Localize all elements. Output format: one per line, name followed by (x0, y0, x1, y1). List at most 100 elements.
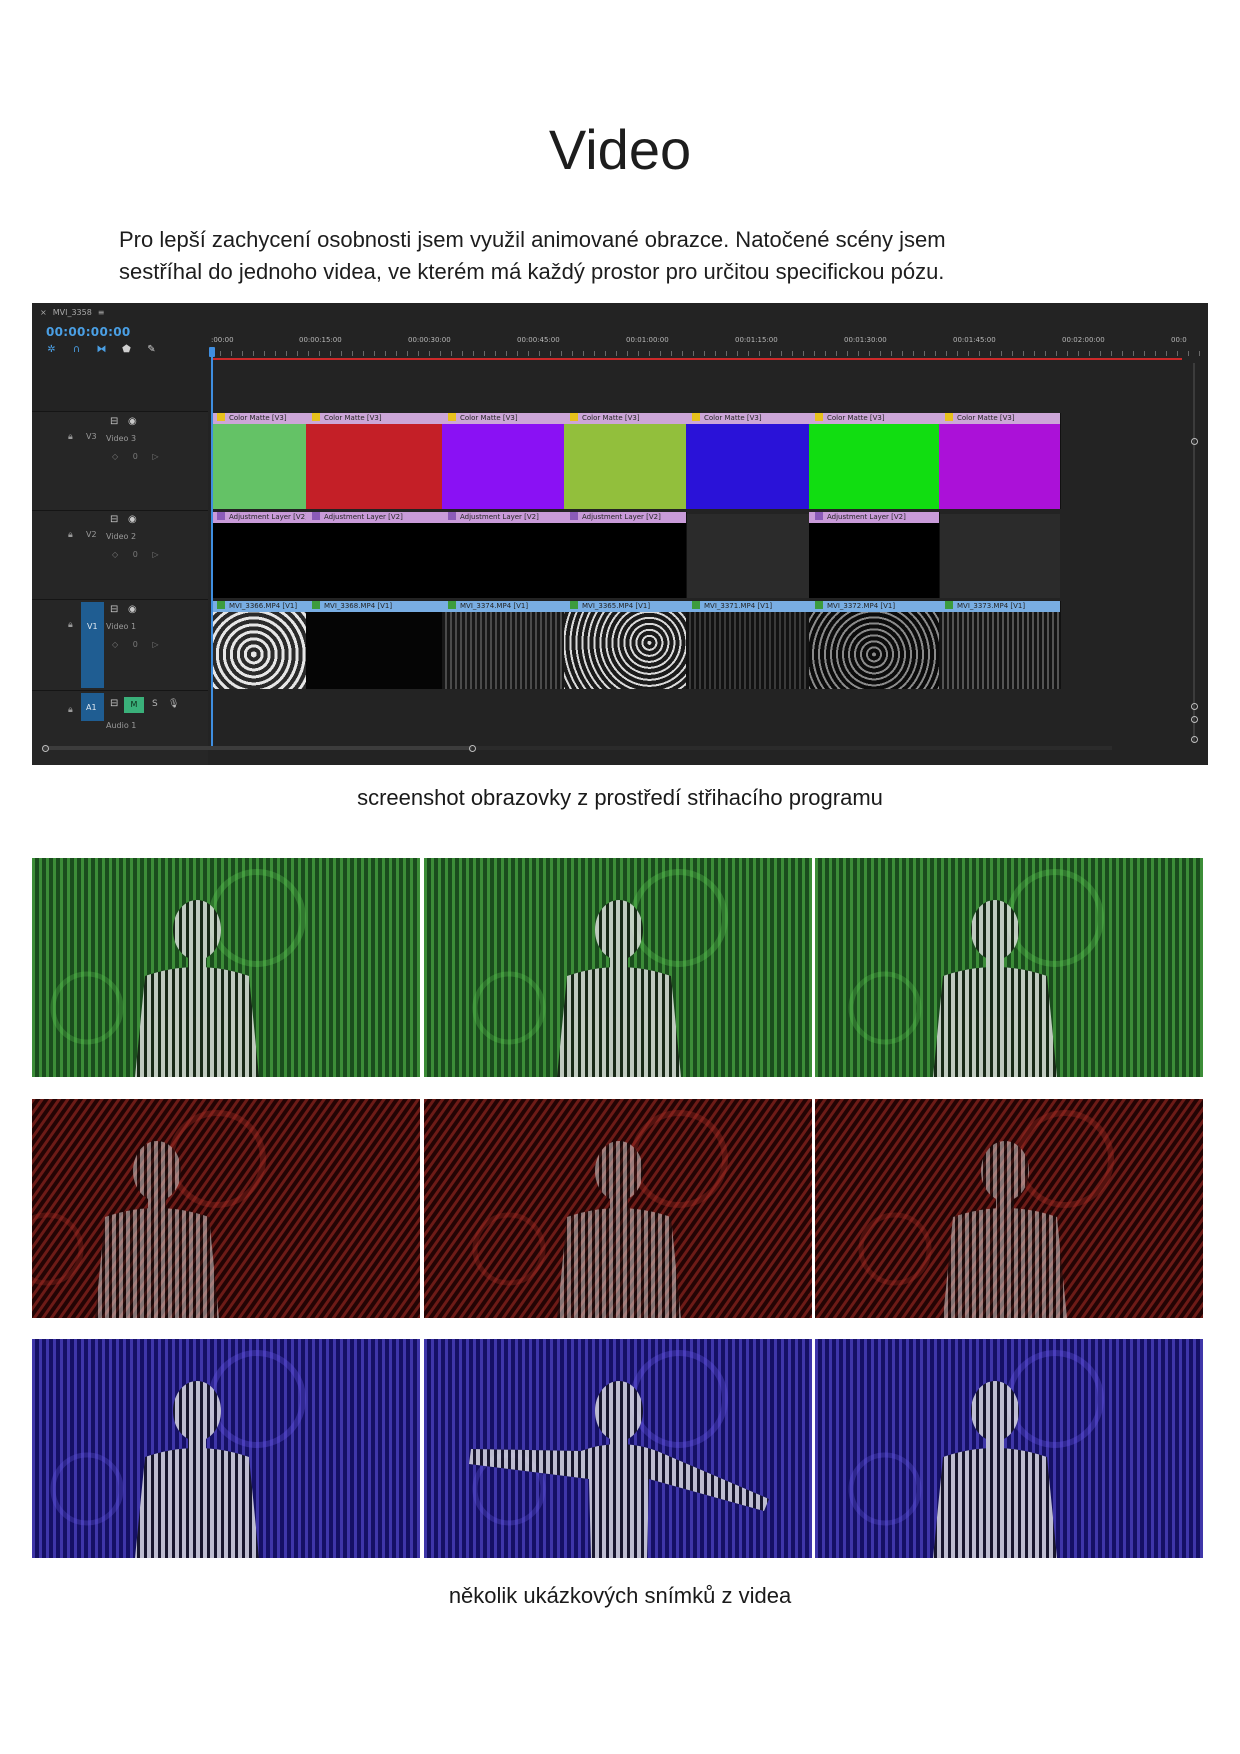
timeline-clip[interactable]: MVI_3368.MP4 [V1] (306, 601, 443, 689)
scroll-knob[interactable] (1191, 736, 1198, 743)
lock-icon[interactable]: 🔒︎ (68, 530, 73, 540)
timeline-clip[interactable]: Color Matte [V3] (686, 413, 810, 509)
eye-icon[interactable]: ◉ (128, 604, 137, 615)
fx-badge-icon (217, 413, 225, 421)
video-still-red (424, 1099, 812, 1318)
clip-name: MVI_3372.MP4 [V1] (827, 602, 896, 610)
timeline-clip[interactable]: MVI_3371.MP4 [V1] (686, 601, 810, 689)
snap-icon[interactable]: ✲ (46, 345, 57, 355)
track-gap (939, 514, 1060, 598)
eye-icon[interactable]: ◉ (128, 416, 137, 427)
scroll-knob[interactable] (1191, 716, 1198, 723)
keyframe-nav[interactable]: ◇ 0 ▷ (112, 550, 164, 559)
sync-lock-icon[interactable]: ⊟ (110, 698, 118, 709)
timeline-clip[interactable]: Color Matte [V3] (564, 413, 687, 509)
clip-name: Color Matte [V3] (324, 414, 382, 422)
video-still-green (424, 858, 812, 1077)
fx-badge-icon (448, 512, 456, 520)
timeline-clip[interactable]: Adjustment Layer [V2] (809, 512, 940, 598)
microphone-icon[interactable]: 🎙︎ (168, 699, 179, 709)
vertical-scrollbar[interactable] (1193, 363, 1195, 743)
work-area-bar[interactable] (212, 358, 1182, 360)
scroll-knob[interactable] (469, 745, 476, 752)
sync-lock-icon[interactable]: ⊟ (110, 604, 118, 615)
timeline-clip[interactable]: Color Matte [V3] (809, 413, 940, 509)
still-image (424, 1099, 812, 1318)
timeline-clip[interactable]: MVI_3374.MP4 [V1] (442, 601, 565, 689)
track-id: A1 (86, 703, 97, 712)
clip-name: MVI_3368.MP4 [V1] (324, 602, 393, 610)
timeline-clip[interactable]: Color Matte [V3] (939, 413, 1061, 509)
timeline-clip[interactable]: Adjustment Layer [V2] (306, 512, 443, 598)
magnet-icon[interactable]: ∩ (71, 345, 82, 355)
wrench-icon[interactable]: ✎ (146, 345, 157, 355)
still-image (32, 1339, 420, 1558)
eye-icon[interactable]: ◉ (128, 514, 137, 525)
clip-thumbnail (442, 612, 564, 689)
clip-name: Adjustment Layer [V2] (827, 513, 906, 521)
lock-icon[interactable]: 🔒︎ (68, 705, 73, 715)
track-target-a1[interactable]: A1 (81, 693, 104, 721)
mute-toggle[interactable]: M (124, 697, 144, 713)
clip-name: MVI_3374.MP4 [V1] (460, 602, 529, 610)
track-header-a1: 🔒︎ A1 ⊟ M S 🎙︎ Audio 1 (32, 690, 208, 765)
linked-selection-icon[interactable]: ⧓ (96, 345, 107, 355)
track-id: V2 (86, 530, 97, 539)
clip-label: MVI_3365.MP4 [V1] (564, 601, 686, 612)
timeline-clip[interactable]: Color Matte [V3] (306, 413, 443, 509)
scroll-knob[interactable] (42, 745, 49, 752)
still-image (424, 858, 812, 1077)
clip-thumbnail (564, 523, 686, 598)
ruler-tick: 00:00:30:00 (408, 336, 451, 344)
timecode-display[interactable]: 00:00:00:00 (46, 325, 131, 339)
scroll-knob[interactable] (1191, 703, 1198, 710)
time-ruler[interactable]: :00:00 00:00:15:00 00:00:30:00 00:00:45:… (209, 331, 1208, 359)
timeline-clip[interactable]: Adjustment Layer [V2] (442, 512, 565, 598)
timeline-clip[interactable]: MVI_3373.MP4 [V1] (939, 601, 1061, 689)
timeline-clip[interactable]: MVI_3366.MP4 [V1] (211, 601, 307, 689)
still-image (32, 1099, 420, 1318)
clip-label: Color Matte [V3] (686, 413, 809, 424)
timeline-clip[interactable]: MVI_3365.MP4 [V1] (564, 601, 687, 689)
clip-thumbnail (686, 424, 809, 509)
track-header-v2: 🔒︎ V2 ⊟ ◉ Video 2 ◇ 0 ▷ (32, 510, 208, 599)
keyframe-nav[interactable]: ◇ 0 ▷ (112, 452, 164, 461)
timeline-clip[interactable]: Color Matte [V3] (211, 413, 307, 509)
fx-badge-icon (945, 413, 953, 421)
timeline-clip[interactable]: MVI_3372.MP4 [V1] (809, 601, 940, 689)
video-still-green (815, 858, 1203, 1077)
clip-label: Color Matte [V3] (564, 413, 686, 424)
sync-lock-icon[interactable]: ⊟ (110, 514, 118, 525)
menu-icon[interactable]: ≡ (98, 308, 105, 317)
ruler-tick: 00:0 (1171, 336, 1187, 344)
clip-label: Adjustment Layer [V2] (564, 512, 686, 523)
intro-line-1: Pro lepší zachycení osobnosti jsem využi… (119, 227, 946, 252)
marker-icon[interactable]: ⬟ (121, 345, 132, 355)
sequence-tab[interactable]: × MVI_3358 ≡ (40, 308, 105, 317)
clip-name: Adjustment Layer [V2] (324, 513, 403, 521)
keyframe-nav[interactable]: ◇ 0 ▷ (112, 640, 164, 649)
lock-icon[interactable]: 🔒︎ (68, 432, 73, 442)
timeline-clip[interactable]: Adjustment Layer [V2] (211, 512, 307, 598)
fx-badge-icon (815, 601, 823, 609)
still-image (815, 858, 1203, 1077)
timeline-clip[interactable]: Adjustment Layer [V2] (564, 512, 687, 598)
fx-badge-icon (815, 512, 823, 520)
track-target-v1[interactable]: V1 (81, 602, 104, 688)
fx-badge-icon (217, 512, 225, 520)
ruler-tick: 00:01:00:00 (626, 336, 669, 344)
video-still-blue (424, 1339, 812, 1558)
timeline-clip[interactable]: Color Matte [V3] (442, 413, 565, 509)
video-still-red (815, 1099, 1203, 1318)
ruler-tick: 00:02:00:00 (1062, 336, 1105, 344)
video-still-blue (32, 1339, 420, 1558)
sync-lock-icon[interactable]: ⊟ (110, 416, 118, 427)
horizontal-scroll-track (472, 746, 1112, 750)
solo-toggle[interactable]: S (152, 699, 158, 709)
frames-caption: několik ukázkových snímků z videa (448, 1583, 792, 1608)
horizontal-scrollbar[interactable] (42, 746, 472, 750)
close-icon[interactable]: × (40, 308, 47, 317)
ruler-minor-ticks (209, 351, 1208, 356)
scroll-knob[interactable] (1191, 438, 1198, 445)
lock-icon[interactable]: 🔒︎ (68, 620, 73, 630)
